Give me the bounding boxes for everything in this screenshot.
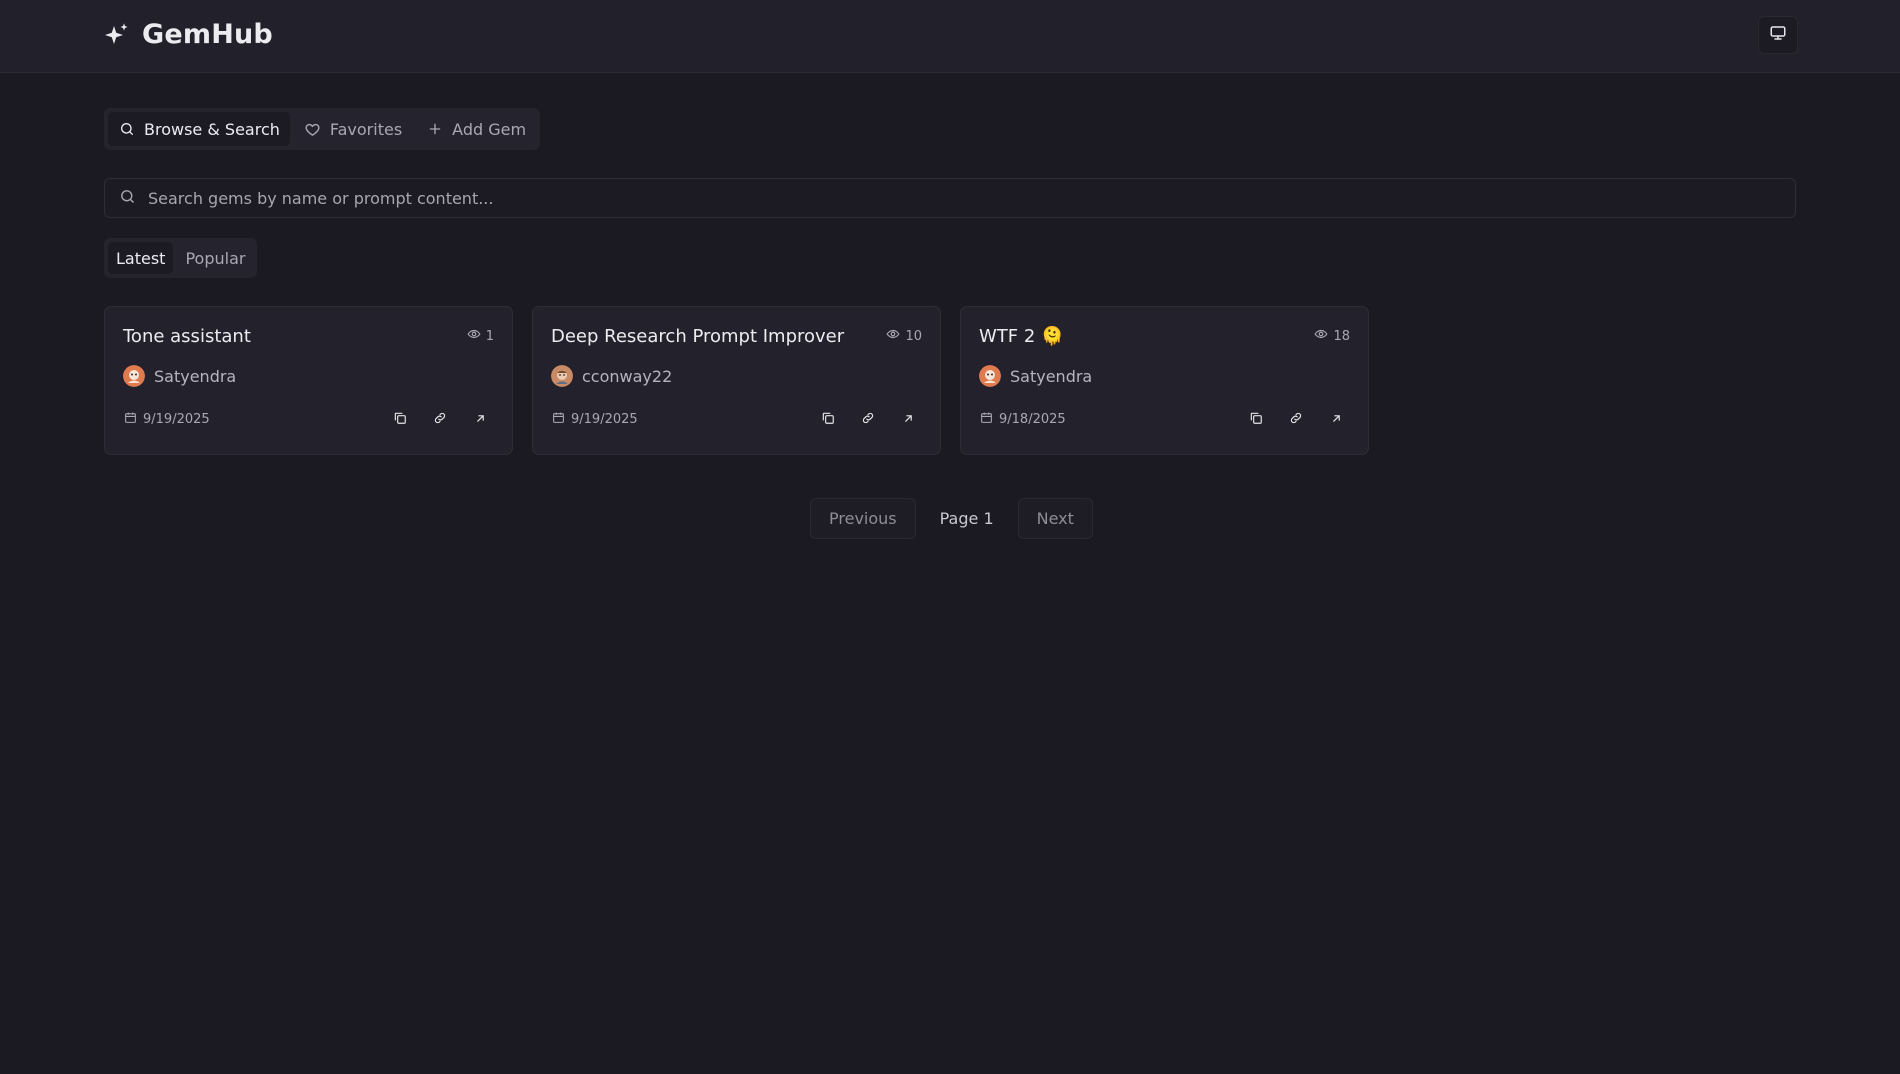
- previous-button[interactable]: Previous: [810, 498, 916, 539]
- search-input[interactable]: [148, 188, 1795, 208]
- gem-card[interactable]: WTF 2 🫠 18 Satyendra 9/18/2025: [960, 306, 1369, 455]
- view-count-value: 1: [485, 328, 494, 344]
- gem-title[interactable]: WTF 2 🫠: [979, 326, 1063, 347]
- copy-button[interactable]: [1240, 405, 1272, 433]
- display-mode-button[interactable]: [1758, 16, 1798, 54]
- author[interactable]: cconway22: [551, 365, 672, 387]
- date-value: 9/19/2025: [571, 412, 638, 427]
- sort-latest[interactable]: Latest: [108, 242, 174, 274]
- copy-icon: [821, 410, 835, 429]
- avatar: [123, 365, 145, 387]
- link-icon: [861, 410, 875, 429]
- share-link-button[interactable]: [852, 405, 884, 433]
- tab-browse-search[interactable]: Browse & Search: [108, 112, 290, 146]
- arrow-up-right-icon: [1330, 410, 1343, 429]
- brand[interactable]: GemHub: [104, 19, 273, 50]
- gem-card[interactable]: Tone assistant 1 Satyendra 9/19/2025: [104, 306, 513, 455]
- gem-title[interactable]: Tone assistant: [123, 326, 251, 347]
- main-tabs: Browse & Search Favorites Add Gem: [104, 108, 541, 150]
- eye-icon: [1314, 327, 1328, 345]
- date-value: 9/19/2025: [143, 412, 210, 427]
- search-bar: [104, 178, 1796, 218]
- avatar: [551, 365, 573, 387]
- sort-popular[interactable]: Popular: [177, 242, 253, 274]
- tab-label: Add Gem: [452, 119, 527, 139]
- date-value: 9/18/2025: [999, 412, 1066, 427]
- calendar-icon: [124, 411, 137, 428]
- open-button[interactable]: [464, 405, 496, 433]
- link-icon: [433, 410, 447, 429]
- pagination: Previous Page 1 Next: [810, 498, 1093, 539]
- author-name: Satyendra: [1010, 366, 1093, 386]
- card-actions: [384, 405, 496, 433]
- eye-icon: [467, 327, 481, 345]
- author[interactable]: Satyendra: [123, 365, 236, 387]
- card-actions: [1240, 405, 1352, 433]
- sort-toggle: Latest Popular: [104, 238, 258, 278]
- tab-add-gem[interactable]: Add Gem: [416, 112, 536, 146]
- view-count: 10: [886, 327, 922, 345]
- copy-icon: [393, 410, 407, 429]
- created-date: 9/19/2025: [124, 411, 210, 428]
- copy-button[interactable]: [812, 405, 844, 433]
- tab-label: Favorites: [329, 119, 403, 139]
- author[interactable]: Satyendra: [979, 365, 1092, 387]
- gem-title[interactable]: Deep Research Prompt Improver: [551, 326, 844, 347]
- gem-card[interactable]: Deep Research Prompt Improver 10 cconway…: [532, 306, 941, 455]
- link-icon: [1289, 410, 1303, 429]
- open-button[interactable]: [1320, 405, 1352, 433]
- share-link-button[interactable]: [424, 405, 456, 433]
- tab-label: Browse & Search: [144, 119, 280, 139]
- view-count-value: 10: [905, 328, 922, 344]
- arrow-up-right-icon: [902, 410, 915, 429]
- created-date: 9/18/2025: [980, 411, 1066, 428]
- monitor-icon: [1769, 24, 1787, 46]
- card-actions: [812, 405, 924, 433]
- page-indicator: Page 1: [939, 509, 994, 528]
- plus-icon: [426, 120, 444, 138]
- sparkles-icon: [104, 22, 130, 48]
- view-count-value: 18: [1333, 328, 1350, 344]
- author-name: cconway22: [582, 366, 673, 386]
- copy-button[interactable]: [384, 405, 416, 433]
- open-button[interactable]: [892, 405, 924, 433]
- calendar-icon: [980, 411, 993, 428]
- author-name: Satyendra: [154, 366, 237, 386]
- brand-name: GemHub: [142, 19, 273, 50]
- share-link-button[interactable]: [1280, 405, 1312, 433]
- tab-favorites[interactable]: Favorites: [294, 112, 412, 146]
- main-content: Browse & Search Favorites Add Gem Latest…: [104, 108, 1796, 539]
- gem-grid: Tone assistant 1 Satyendra 9/19/2025 Dee…: [104, 306, 1796, 455]
- view-count: 18: [1314, 327, 1350, 345]
- view-count: 1: [467, 327, 494, 345]
- search-icon: [118, 120, 136, 138]
- heart-icon: [304, 120, 322, 138]
- calendar-icon: [552, 411, 565, 428]
- arrow-up-right-icon: [474, 410, 487, 429]
- copy-icon: [1249, 410, 1263, 429]
- eye-icon: [886, 327, 900, 345]
- avatar: [979, 365, 1001, 387]
- created-date: 9/19/2025: [552, 411, 638, 428]
- app-header: GemHub: [0, 0, 1900, 73]
- next-button[interactable]: Next: [1017, 498, 1093, 539]
- search-icon: [119, 188, 136, 209]
